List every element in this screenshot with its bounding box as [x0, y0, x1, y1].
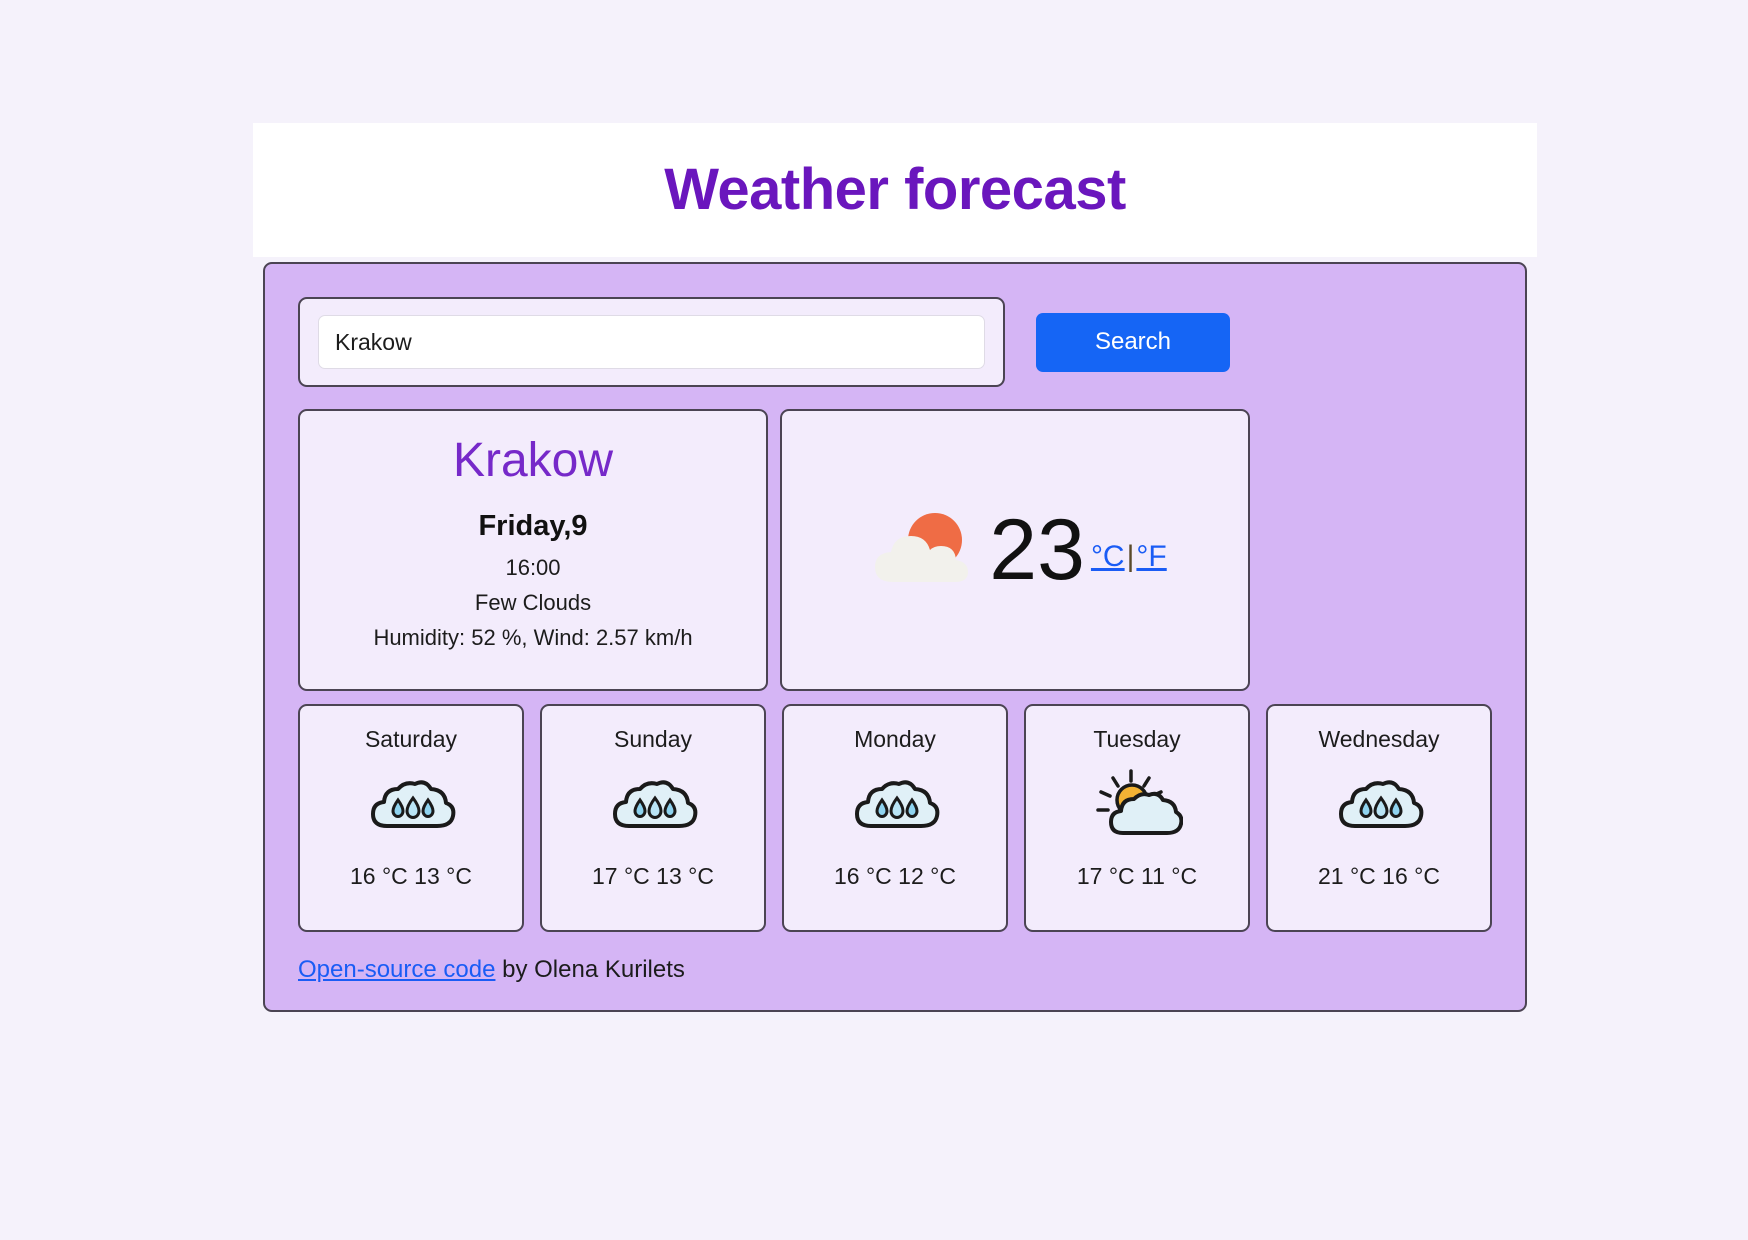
forecast-day-card: Monday 16 °C 12 °C [782, 704, 1008, 932]
forecast-temps: 16 °C 13 °C [350, 863, 472, 889]
rain-cloud-icon [849, 765, 941, 847]
search-input[interactable] [318, 315, 985, 369]
open-source-code-link[interactable]: Open-source code [298, 956, 495, 983]
app-header: Weather forecast [253, 123, 1537, 257]
forecast-temps: 16 °C 12 °C [834, 863, 956, 889]
current-time: 16:00 [505, 555, 561, 581]
forecast-day-label: Wednesday [1318, 726, 1440, 752]
current-temperature-value: 23 [989, 502, 1085, 598]
footer-credit: Open-source code by Olena Kurilets [298, 956, 1492, 984]
current-city-name: Krakow [452, 434, 614, 487]
unit-separator: | [1126, 540, 1135, 573]
celsius-link[interactable]: °C [1091, 540, 1125, 574]
forecast-day-card: Saturday 16 °C 13 °C [298, 704, 524, 932]
forecast-row: Saturday 16 °C 13 °C Sunday 17 °C 13 °C … [298, 704, 1492, 932]
current-day-date: Friday,9 [478, 510, 588, 543]
forecast-temps: 17 °C 11 °C [1076, 863, 1198, 889]
forecast-day-card: Wednesday 21 °C 16 °C [1266, 704, 1492, 932]
sun-behind-cloud-icon [1091, 765, 1183, 847]
forecast-temps: 21 °C 16 °C [1318, 863, 1440, 889]
fahrenheit-link[interactable]: °F [1136, 540, 1166, 574]
rain-cloud-icon [607, 765, 699, 847]
unit-toggle: °C | °F [1091, 540, 1167, 574]
footer-author: by Olena Kurilets [495, 956, 685, 983]
forecast-day-card: Sunday 17 °C 13 °C [540, 704, 766, 932]
forecast-day-label: Tuesday [1093, 726, 1181, 752]
few-clouds-icon [863, 500, 983, 601]
search-button[interactable]: Search [1036, 312, 1230, 372]
forecast-temps: 17 °C 13 °C [592, 863, 714, 889]
rain-cloud-icon [1333, 765, 1425, 847]
forecast-day-label: Sunday [613, 726, 692, 752]
current-temperature-card: 23 °C | °F [780, 409, 1250, 691]
search-form [298, 297, 1005, 387]
page-title: Weather forecast [664, 157, 1126, 222]
forecast-day-label: Monday [854, 726, 936, 752]
current-description: Few Clouds [474, 590, 592, 616]
forecast-day-card: Tuesday 17 °C 11 °C [1024, 704, 1250, 932]
current-weather-row: Krakow Friday,9 16:00 Few Clouds Humidit… [298, 409, 1492, 691]
forecast-day-label: Saturday [364, 726, 458, 752]
current-weather-details-card: Krakow Friday,9 16:00 Few Clouds Humidit… [298, 409, 768, 691]
search-row: Search [298, 297, 1492, 387]
weather-app-page: Weather forecast Search Krakow Friday,9 … [0, 0, 1748, 1240]
weather-panel: Search Krakow Friday,9 16:00 Few Clouds … [263, 262, 1527, 1012]
current-humidity-wind: Humidity: 52 %, Wind: 2.57 km/h [373, 625, 693, 651]
rain-cloud-icon [365, 765, 457, 847]
